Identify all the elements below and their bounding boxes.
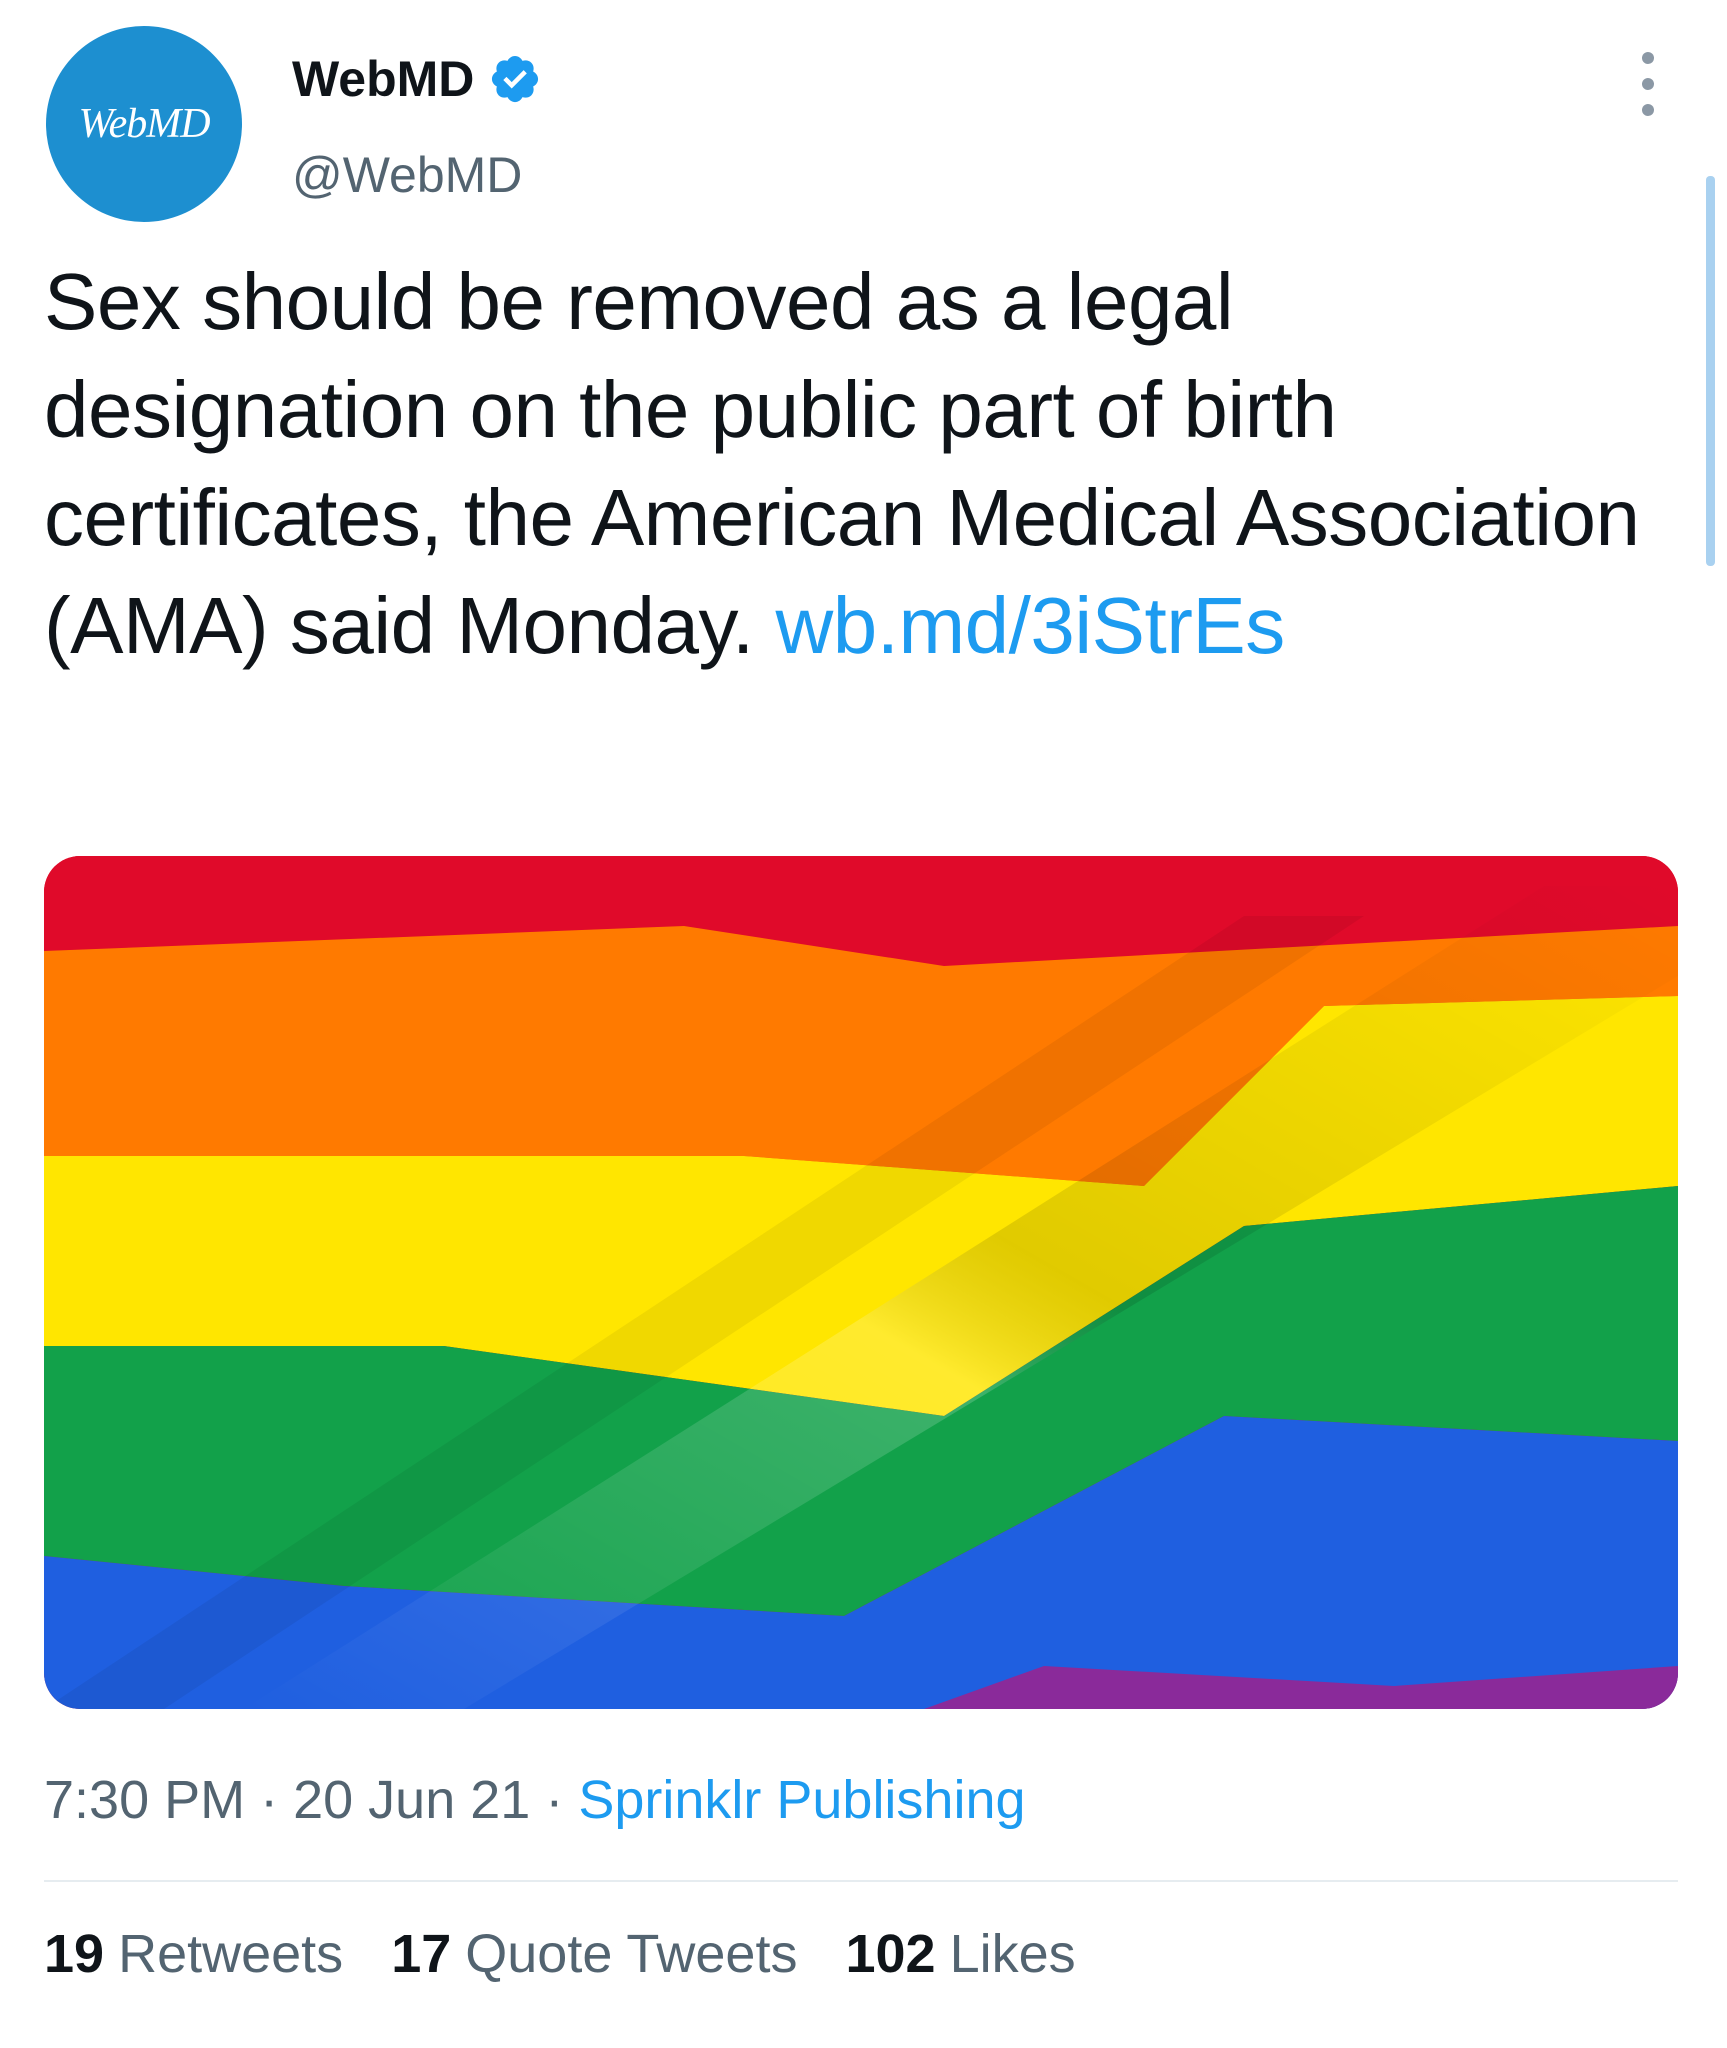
tweet-source[interactable]: Sprinklr Publishing — [578, 1770, 1025, 1830]
tweet-text: Sex should be removed as a legal designa… — [44, 248, 1644, 680]
scrollbar[interactable] — [1706, 176, 1715, 566]
likes-stat[interactable]: 102 Likes — [845, 1916, 1075, 1992]
tweet-link[interactable]: wb.md/3iStrEs — [775, 581, 1285, 670]
avatar-logo-text: WebMD — [78, 101, 210, 147]
retweets-label: Retweets — [118, 1924, 344, 1984]
meta-separator-2: · — [530, 1770, 579, 1830]
author-name-text: WebMD — [292, 51, 475, 107]
divider — [44, 1880, 1678, 1882]
author-handle[interactable]: @WebMD — [292, 140, 522, 210]
retweets-stat[interactable]: 19 Retweets — [44, 1916, 343, 1992]
avatar[interactable]: WebMD — [46, 26, 242, 222]
retweets-count: 19 — [44, 1924, 105, 1984]
likes-label: Likes — [949, 1924, 1076, 1984]
tweet-stats: 19 Retweets 17 Quote Tweets 102 Likes — [44, 1916, 1124, 1992]
rainbow-flag-image — [44, 856, 1678, 1709]
quote-tweets-count: 17 — [391, 1924, 452, 1984]
tweet-metadata: 7:30 PM · 20 Jun 21 · Sprinklr Publishin… — [44, 1762, 1026, 1838]
meta-separator: · — [245, 1770, 294, 1830]
tweet-date[interactable]: 20 Jun 21 — [293, 1770, 530, 1830]
likes-count: 102 — [845, 1924, 936, 1984]
tweet-time[interactable]: 7:30 PM — [44, 1770, 245, 1830]
quote-tweets-label: Quote Tweets — [465, 1924, 798, 1984]
author-display-name[interactable]: WebMD — [292, 44, 542, 114]
quote-tweets-stat[interactable]: 17 Quote Tweets — [391, 1916, 797, 1992]
verified-badge-icon — [492, 55, 539, 103]
more-vertical-icon[interactable] — [1628, 52, 1668, 116]
tweet-media-image[interactable] — [44, 856, 1678, 1709]
